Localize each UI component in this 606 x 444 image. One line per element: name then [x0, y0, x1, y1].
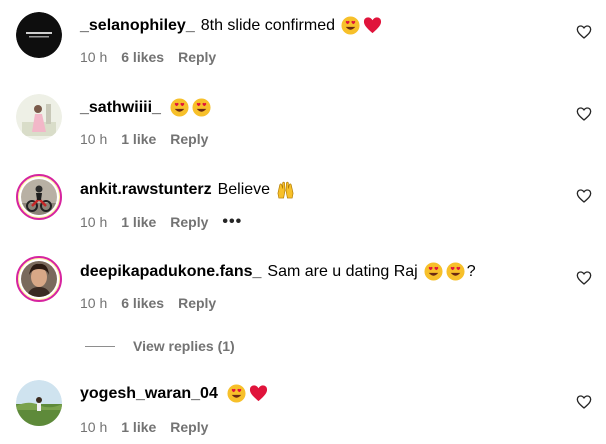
red-heart-emoji-icon	[249, 385, 267, 402]
comment-item: ankit.rawstunterz Believe 10 h 1 like Re…	[0, 164, 606, 244]
like-heart-icon[interactable]	[576, 270, 592, 286]
heart-eyes-emoji-icon	[341, 16, 360, 35]
comment-item: yogesh_waran_04 10 h 1 like Reply	[0, 364, 606, 444]
avatar-story-ring[interactable]	[16, 174, 62, 220]
heart-eyes-emoji-icon	[446, 262, 465, 281]
view-replies-label: View replies (1)	[133, 338, 235, 354]
comment-meta: 10 h 1 like Reply	[80, 419, 222, 435]
reply-button[interactable]: Reply	[178, 49, 216, 65]
comment-likes[interactable]: 6 likes	[121, 49, 164, 65]
avatar-image	[16, 12, 62, 58]
comment-item: _selanophiley_ 8th slide confirmed 10 h …	[0, 0, 606, 80]
view-replies-button[interactable]: View replies (1)	[85, 338, 235, 354]
view-replies-divider	[85, 345, 115, 347]
more-options-button[interactable]: •••	[222, 213, 242, 231]
comment-content: yogesh_waran_04	[80, 384, 268, 403]
avatar-image	[21, 179, 57, 215]
avatar[interactable]	[16, 380, 62, 426]
comment-meta: 10 h 6 likes Reply	[80, 49, 230, 65]
like-heart-icon[interactable]	[576, 188, 592, 204]
avatar	[21, 179, 57, 215]
avatar[interactable]	[16, 94, 62, 140]
red-heart-emoji-icon	[363, 17, 382, 34]
heart-eyes-emoji-icon	[192, 98, 211, 117]
comment-likes[interactable]: 6 likes	[121, 295, 164, 311]
raising-hands-emoji-icon	[277, 181, 294, 199]
comment-username[interactable]: _selanophiley_	[80, 17, 195, 35]
comment-time: 10 h	[80, 49, 108, 65]
reply-button[interactable]: Reply	[178, 295, 216, 311]
comment-username[interactable]: _sathwiiii_	[80, 99, 161, 117]
heart-eyes-emoji-icon	[170, 98, 189, 117]
comment-time: 10 h	[80, 214, 108, 230]
comment-time: 10 h	[80, 419, 108, 435]
avatar-story-ring[interactable]	[16, 256, 62, 302]
comment-content: _selanophiley_ 8th slide confirmed	[80, 16, 382, 35]
comment-meta: 10 h 1 like Reply	[80, 131, 222, 147]
heart-eyes-emoji-icon	[227, 384, 246, 403]
comment-content: deepikapadukone.fans_ Sam are u dating R…	[80, 262, 476, 281]
comment-time: 10 h	[80, 295, 108, 311]
comment-text: Sam are u dating Raj	[267, 262, 418, 280]
reply-button[interactable]: Reply	[170, 419, 208, 435]
comment-content: ankit.rawstunterz Believe	[80, 180, 295, 199]
comment-username[interactable]: yogesh_waran_04	[80, 385, 218, 403]
like-heart-icon[interactable]	[576, 394, 592, 410]
reply-button[interactable]: Reply	[170, 214, 208, 230]
comment-likes[interactable]: 1 like	[121, 131, 156, 147]
comment-item: _sathwiiii_ 10 h 1 like Reply	[0, 82, 606, 162]
comment-likes[interactable]: 1 like	[121, 214, 156, 230]
comment-text: Believe	[217, 180, 271, 198]
like-heart-icon[interactable]	[576, 106, 592, 122]
avatar	[21, 261, 57, 297]
comment-time: 10 h	[80, 131, 108, 147]
avatar[interactable]	[16, 12, 62, 58]
like-heart-icon[interactable]	[576, 24, 592, 40]
avatar-image	[16, 380, 62, 426]
comment-username[interactable]: ankit.rawstunterz	[80, 181, 212, 199]
comment-likes[interactable]: 1 like	[121, 419, 156, 435]
comment-meta: 10 h 1 like Reply •••	[80, 213, 256, 231]
comment-meta: 10 h 6 likes Reply	[80, 295, 230, 311]
comment-username[interactable]: deepikapadukone.fans_	[80, 263, 261, 281]
comment-text: 8th slide confirmed	[200, 16, 336, 34]
avatar-image	[21, 261, 57, 297]
comment-text-suffix: ?	[466, 262, 476, 280]
comment-item: deepikapadukone.fans_ Sam are u dating R…	[0, 246, 606, 326]
reply-button[interactable]: Reply	[170, 131, 208, 147]
avatar-image	[16, 94, 62, 140]
heart-eyes-emoji-icon	[424, 262, 443, 281]
comment-content: _sathwiiii_	[80, 98, 211, 117]
